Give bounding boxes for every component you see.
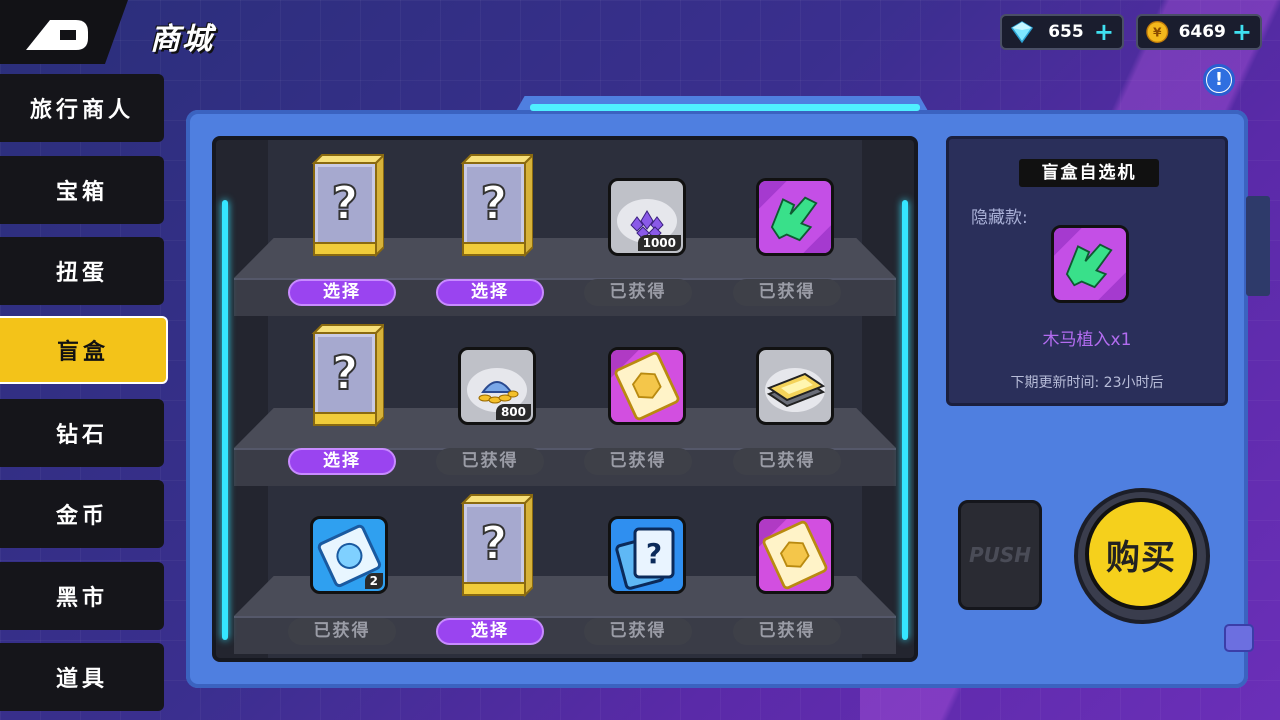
sidebar-item-blind-box[interactable]: 盲盒: [0, 316, 168, 384]
gold-ticket-icon: [608, 347, 686, 425]
mystery-box-icon[interactable]: [310, 323, 384, 427]
sidebar-item-gold[interactable]: 金币: [0, 480, 164, 548]
card-stack-icon: [756, 347, 834, 425]
sidebar-item-label: 黑市: [55, 586, 108, 611]
sidebar-item-items[interactable]: 道具: [0, 643, 164, 711]
owned-label: 已获得: [584, 448, 692, 475]
select-button[interactable]: 选择: [288, 448, 396, 475]
owned-label: 已获得: [288, 618, 396, 645]
sidebar-item-label: 盲盒: [56, 340, 109, 365]
sidebar-item-label: 钻石: [55, 423, 108, 448]
sidebar-item-label: 扭蛋: [55, 261, 108, 286]
mystery-box-icon[interactable]: [310, 153, 384, 257]
purple-crystal-pile-icon: 1000: [608, 178, 686, 256]
sidebar-item-chest[interactable]: 宝箱: [0, 156, 164, 224]
neon-strip-left: [222, 200, 228, 640]
quantity-badge: 1000: [637, 235, 681, 251]
select-button[interactable]: 选择: [436, 279, 544, 306]
add-coins-button[interactable]: +: [1232, 20, 1252, 44]
push-button[interactable]: PUSH: [958, 500, 1042, 610]
panel-glow: [530, 104, 920, 111]
green-trojan-implant-icon: [756, 178, 834, 256]
gold-ticket-icon: [756, 516, 834, 594]
add-gems-button[interactable]: +: [1094, 20, 1114, 44]
coin-symbol: ¥: [1153, 26, 1162, 40]
owned-label: 已获得: [733, 279, 841, 306]
owned-label: 已获得: [733, 448, 841, 475]
sidebar-item-diamond[interactable]: 钻石: [0, 399, 164, 467]
info-icon: !: [1207, 68, 1231, 92]
sidebar-item-gacha[interactable]: 扭蛋: [0, 237, 164, 305]
panel-side-decoration: [1246, 196, 1270, 296]
owned-label: 已获得: [436, 448, 544, 475]
hidden-item-label: 隐藏款:: [971, 208, 1028, 228]
owned-label: 已获得: [584, 279, 692, 306]
coin-icon: ¥: [1146, 20, 1169, 44]
panel-corner-decoration: [1224, 624, 1254, 652]
blue-ticket-icon: 2: [310, 516, 388, 594]
green-trojan-implant-icon: [1051, 225, 1129, 303]
quantity-badge: 2: [364, 573, 383, 589]
page-title: 商城: [150, 22, 214, 57]
select-button[interactable]: 选择: [436, 618, 544, 645]
diamond-icon: [1010, 21, 1034, 44]
info-title: 盲盒自选机: [1019, 159, 1159, 187]
coin-value: 6469: [1178, 22, 1226, 42]
back-arrow-icon: [26, 20, 88, 50]
sidebar-item-label: 宝箱: [55, 180, 108, 205]
refresh-timer: 下期更新时间: 23小时后: [1010, 375, 1164, 391]
owned-label: 已获得: [733, 618, 841, 645]
sidebar-item-traveling-merchant[interactable]: 旅行商人: [0, 74, 164, 142]
gold-coin-pile-icon: 800: [458, 347, 536, 425]
mystery-box-icon[interactable]: [459, 493, 533, 597]
help-button[interactable]: !: [1203, 64, 1235, 96]
hidden-reward-name: 木马植入x1: [1042, 330, 1132, 350]
sidebar-item-label: 金币: [55, 504, 108, 529]
sidebar-item-label: 道具: [55, 667, 108, 692]
gem-value: 655: [1048, 22, 1084, 42]
sidebar-item-black-market[interactable]: 黑市: [0, 562, 164, 630]
mystery-card-icon: ?: [608, 516, 686, 594]
quantity-badge: 800: [495, 404, 531, 420]
buy-button[interactable]: 购买: [1085, 498, 1197, 610]
mystery-box-icon[interactable]: [459, 153, 533, 257]
coin-counter: ¥ 6469 +: [1136, 14, 1262, 50]
sidebar-item-label: 旅行商人: [29, 98, 134, 123]
blind-box-selector-info: 盲盒自选机 隐藏款: 木马植入x1 下期更新时间: 23小时后: [946, 136, 1228, 406]
owned-label: 已获得: [584, 618, 692, 645]
select-button[interactable]: 选择: [288, 279, 396, 306]
neon-strip-right: [902, 200, 908, 640]
gem-counter: 655 +: [1000, 14, 1124, 50]
question-glyph: ?: [646, 537, 662, 570]
